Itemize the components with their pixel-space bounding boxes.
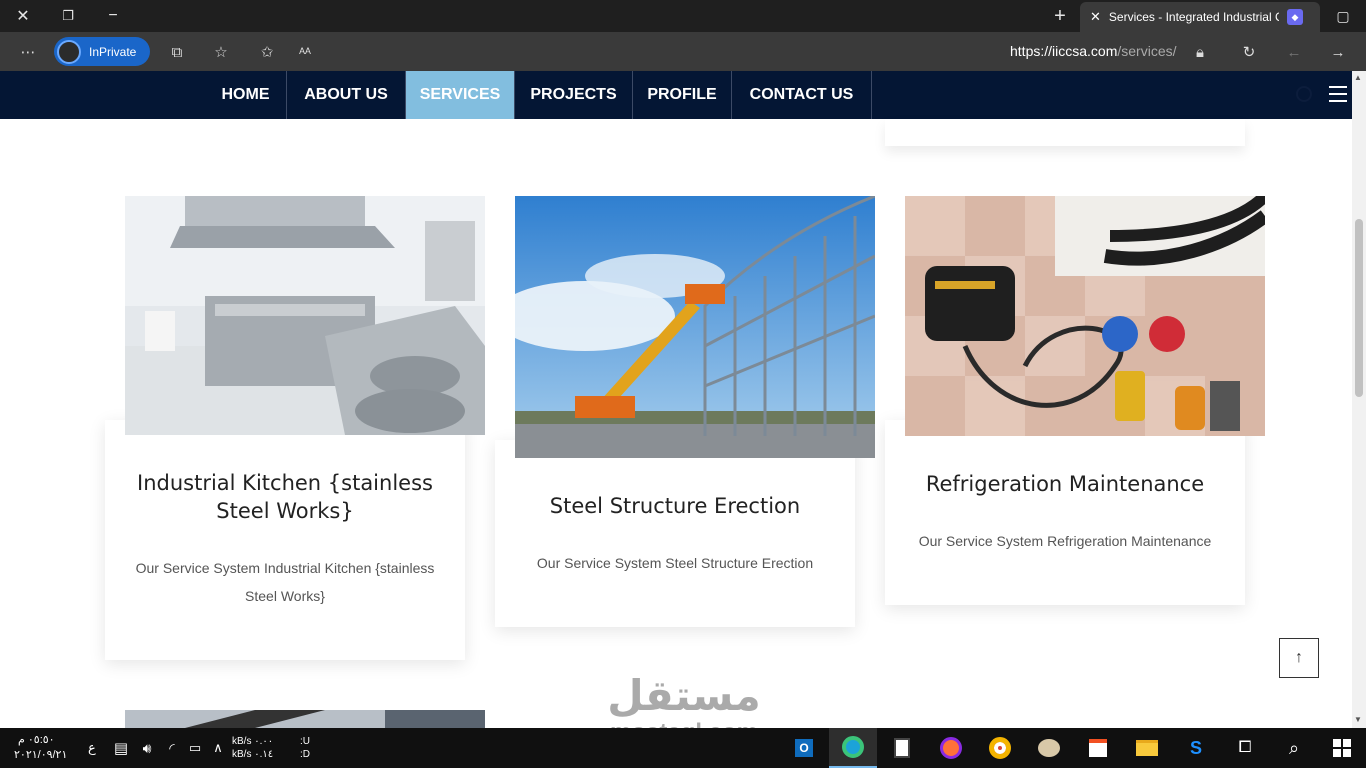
scrollbar-thumb[interactable] [1355,219,1363,397]
refresh-icon[interactable]: ↻ [1237,40,1261,64]
inprivate-label: InPrivate [89,44,137,59]
favorites-icon[interactable]: ☆ [209,40,233,64]
card-remnant [885,119,1245,146]
watermark-arabic: مستقل [607,671,761,720]
site-favicon-icon: ◆ [1286,9,1303,25]
close-tab-icon[interactable]: ✕ [1090,9,1101,25]
card-description: Our Service System Industrial Kitchen {s… [135,560,435,604]
add-favorite-icon[interactable]: ✩ [255,40,279,64]
avatar [57,39,81,64]
chrome-icon[interactable] [976,728,1024,768]
url-host: https://iiccsa.com [1010,43,1118,59]
card-title[interactable]: Refrigeration Maintenance [905,470,1225,498]
service-card-refrigeration[interactable]: Refrigeration Maintenance Our Service Sy… [885,420,1245,605]
nav-contact-us[interactable]: CONTACT US [732,71,872,119]
drive-d: :D [300,749,310,760]
calculator-icon[interactable] [878,728,926,768]
clock-time[interactable]: ٠٥:٥٠ م [18,734,55,746]
tab-title: Services - Integrated Industrial C [1108,10,1279,24]
scroll-down-icon[interactable]: ▼ [1354,715,1362,724]
sync-app-icon[interactable]: S [1172,728,1220,768]
drive-u: :U [300,736,310,747]
card-title[interactable]: Steel Structure Erection [515,492,835,520]
page-scrollbar[interactable]: ▲ ▼ [1352,71,1366,728]
net-upload: kB/s ٠.٠٠ [232,736,274,747]
volume-icon[interactable]: 🔊︎ [133,728,161,768]
notification-icon[interactable]: ▤ [107,728,135,768]
service-card-kitchen[interactable]: Industrial Kitchen {stainless Steel Work… [105,420,465,660]
clock-date[interactable]: ٢٠٢١/٠٩/٢١ [14,749,67,761]
site-navbar: HOME ABOUT US SERVICES PROJECTS PROFILE … [0,71,1352,119]
url-field[interactable]: https://iiccsa.com/services/ [1010,43,1177,59]
nav-home[interactable]: HOME [205,71,287,119]
start-icon[interactable] [1318,728,1366,768]
nav-projects[interactable]: PROJECTS [515,71,633,119]
minimize-window-icon[interactable]: − [90,0,136,32]
card-description: Our Service System Steel Structure Erect… [536,555,814,571]
more-menu-icon[interactable]: ⋯ [16,40,40,64]
outlook-icon[interactable]: O [780,728,828,768]
service-card-steel[interactable]: Steel Structure Erection Our Service Sys… [495,440,855,627]
card-title[interactable]: Industrial Kitchen {stainless Steel Work… [125,469,445,525]
hamburger-menu-icon[interactable] [1329,86,1347,102]
forward-icon[interactable]: → [1326,40,1350,64]
edge-icon[interactable] [829,728,877,768]
restore-window-icon[interactable]: ❐ [45,0,91,32]
kitchen-image[interactable] [125,196,485,435]
net-download: kB/s ٠.١٤ [232,749,274,760]
steel-structure-image[interactable] [515,196,875,458]
close-window-icon[interactable]: ✕ [0,0,46,32]
read-aloud-icon[interactable]: ᴬᴬ [293,40,317,64]
nav-about-us[interactable]: ABOUT US [287,71,406,119]
back-to-top-button[interactable]: ↑ [1279,638,1319,678]
scroll-up-icon[interactable]: ▲ [1354,73,1362,82]
back-icon[interactable]: ← [1282,40,1306,64]
language-indicator[interactable]: ع [88,741,96,754]
new-tab-icon[interactable]: + [1037,0,1083,32]
paint-icon[interactable] [1025,728,1073,768]
lock-icon[interactable]: 🔒︎ [1188,40,1212,64]
url-path: /services/ [1117,43,1177,59]
taskbar: ٠٥:٥٠ م ٢٠٢١/٠٩/٢١ ع ▤ 🔊︎ ◜ ▭ ∧ kB/s ٠.٠… [0,728,1366,768]
nav-services[interactable]: SERVICES [406,71,515,119]
tab-actions-icon[interactable]: ▢ [1320,0,1366,32]
inprivate-badge[interactable]: InPrivate [54,37,150,66]
browser-tab[interactable]: ✕ Services - Integrated Industrial C ◆ [1080,2,1320,32]
refrigeration-image[interactable] [905,196,1265,436]
task-view-icon[interactable]: ⧠ [1221,728,1269,768]
collections-icon[interactable]: ⧉ [165,40,189,64]
search-icon[interactable] [1296,86,1312,102]
arrow-up-icon: ↑ [1295,649,1303,666]
file-explorer-icon[interactable] [1123,728,1171,768]
search-icon[interactable]: ⌕ [1270,728,1318,768]
next-service-image[interactable] [125,710,485,728]
browser-titlebar: ✕ ❐ − + ✕ Services - Integrated Industri… [0,0,1366,32]
nav-profile[interactable]: PROFILE [633,71,732,119]
card-description: Our Service System Refrigeration Mainten… [918,533,1212,549]
firefox-icon[interactable] [927,728,975,768]
store-icon[interactable] [1074,728,1122,768]
tray-chevron-icon[interactable]: ∧ [205,728,231,768]
